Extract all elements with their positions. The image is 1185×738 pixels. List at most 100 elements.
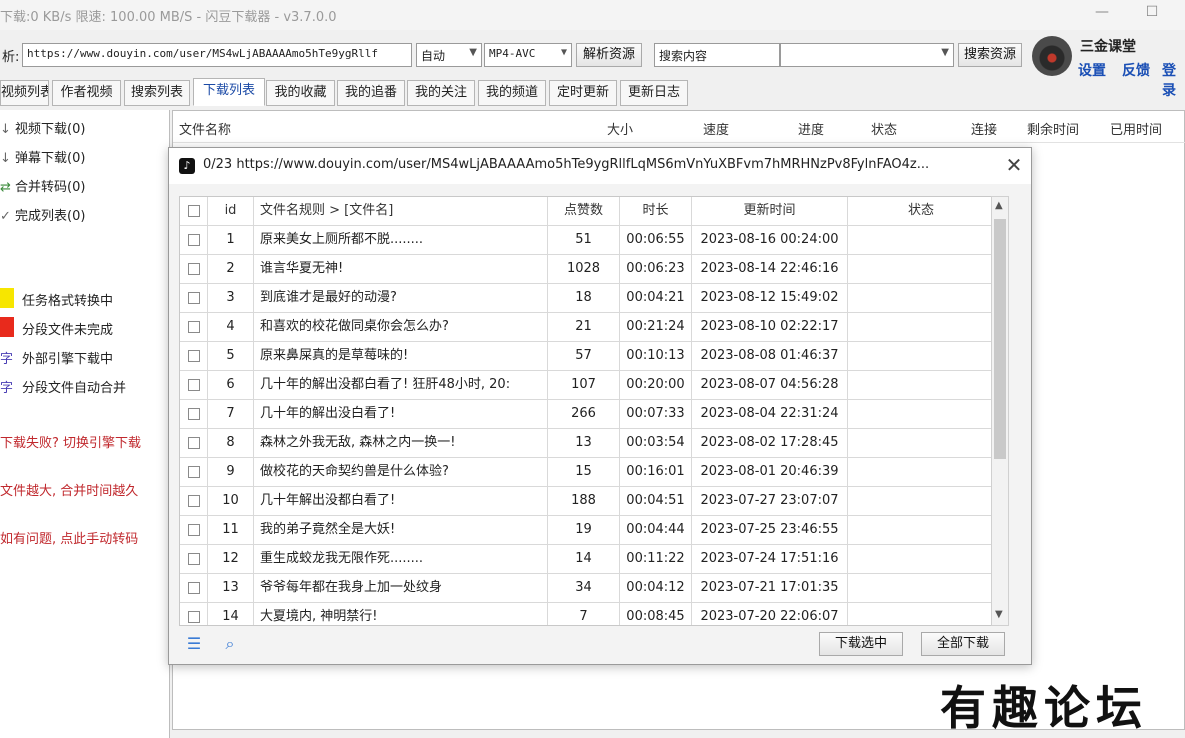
tab-my-follows[interactable]: 我的关注 [407,80,475,106]
search-resource-button[interactable]: 搜索资源 [958,43,1022,67]
column-header-connections[interactable]: 连接 [971,119,997,138]
sidebar-item-danmaku-download[interactable]: ↓ 弹幕下载(0) [0,147,85,166]
column-header-id[interactable]: id [208,197,254,226]
scroll-down-icon[interactable]: ▼ [995,609,1003,620]
row-checkbox[interactable] [180,342,208,371]
tab-search-list[interactable]: 搜索列表 [124,80,190,106]
checkbox[interactable] [187,494,200,507]
row-checkbox[interactable] [180,400,208,429]
tab-my-favorites[interactable]: 我的收藏 [266,80,335,106]
scrollbar-thumb[interactable] [994,219,1006,459]
column-header-filename[interactable]: 文件名称 [179,119,231,138]
checkbox[interactable] [187,581,200,594]
table-row[interactable]: 7 几十年的解出没白看了! 266 00:07:33 2023-08-04 22:31:… [180,400,992,429]
tip-switch-engine[interactable]: 下载失败? 切换引擎下载 [0,432,141,451]
row-checkbox[interactable] [180,574,208,603]
minimize-button[interactable]: — [1090,4,1114,24]
search-select[interactable]: ▼ [780,43,954,67]
download-all-button[interactable]: 全部下载 [921,632,1005,656]
table-row[interactable]: 5 原来鼻屎真的是草莓味的! 57 00:10:13 2023-08-08 01:46:… [180,342,992,371]
search-list-icon[interactable]: ⌕ [219,634,241,654]
format-select[interactable]: MP4-AVC ▼ [484,43,572,67]
checkbox[interactable] [187,436,200,449]
tab-download-list[interactable]: 下载列表 [193,78,265,106]
settings-link[interactable]: 设置 [1078,60,1106,80]
tab-scheduled-update[interactable]: 定时更新 [549,80,617,106]
checkbox[interactable] [187,610,200,623]
cell-duration: 00:03:54 [620,429,692,458]
column-header-elapsed-time[interactable]: 已用时间 [1110,119,1162,138]
row-checkbox[interactable] [180,545,208,574]
column-header-likes[interactable]: 点赞数 [548,197,620,226]
tab-changelog[interactable]: 更新日志 [620,80,688,106]
table-row[interactable]: 10 几十年解出没都白看了! 188 00:04:51 2023-07-27 23:07… [180,487,992,516]
column-header-update-time[interactable]: 更新时间 [692,197,848,226]
search-input[interactable]: 搜索内容 [654,43,780,67]
vertical-scrollbar[interactable]: ▲ ▼ [991,196,1009,626]
column-header-size[interactable]: 大小 [607,119,633,138]
close-icon[interactable]: ✕ [1003,153,1025,177]
row-checkbox[interactable] [180,284,208,313]
url-input[interactable]: https://www.douyin.com/user/MS4wLjABAAAA… [22,43,412,67]
scroll-up-icon[interactable]: ▲ [995,200,1003,211]
table-row[interactable]: 13 爷爷每年都在我身上加一处纹身 34 00:04:12 2023-07-21 17:… [180,574,992,603]
select-all-checkbox[interactable] [180,197,208,226]
cell-id: 14 [208,603,254,625]
table-row[interactable]: 4 和喜欢的校花做同桌你会怎么办? 21 00:21:24 2023-08-10 02:… [180,313,992,342]
login-link[interactable]: 登录 [1162,60,1185,100]
table-row[interactable]: 9 做校花的天命契约兽是什么体验? 15 00:16:01 2023-08-01 20:… [180,458,992,487]
sidebar-item-video-download[interactable]: ↓ 视频下载(0) [0,118,85,137]
tab-video-list[interactable]: 视频列表 [0,80,49,106]
tab-author-videos[interactable]: 作者视频 [52,80,121,106]
row-checkbox[interactable] [180,226,208,255]
column-header-status[interactable]: 状态 [871,119,897,138]
checkbox[interactable] [187,552,200,565]
table-row[interactable]: 3 到底谁才是最好的动漫? 18 00:04:21 2023-08-12 15:49:0… [180,284,992,313]
checkbox[interactable] [187,291,200,304]
column-header-status[interactable]: 状态 [848,197,992,226]
row-checkbox[interactable] [180,458,208,487]
table-row[interactable]: 11 我的弟子竟然全是大妖! 19 00:04:44 2023-07-25 23:46:… [180,516,992,545]
row-checkbox[interactable] [180,429,208,458]
checkbox[interactable] [187,320,200,333]
row-checkbox[interactable] [180,255,208,284]
cell-duration: 00:06:23 [620,255,692,284]
table-row[interactable]: 12 重生成蛟龙我无限作死........ 14 00:11:22 2023-07-24… [180,545,992,574]
checkbox[interactable] [187,523,200,536]
checkbox[interactable] [187,349,200,362]
cell-likes: 19 [548,516,620,545]
download-selected-button[interactable]: 下载选中 [819,632,903,656]
row-checkbox[interactable] [180,313,208,342]
table-row[interactable]: 14 大夏境内, 神明禁行! 7 00:08:45 2023-07-20 22:06:0… [180,603,992,625]
tab-my-channels[interactable]: 我的频道 [478,80,546,106]
tip-manual-transcode[interactable]: 如有问题, 点此手动转码 [0,528,138,547]
mode-select[interactable]: 自动 ▼ [416,43,482,67]
checkbox[interactable] [187,262,200,275]
column-header-speed[interactable]: 速度 [703,119,729,138]
row-checkbox[interactable] [180,371,208,400]
table-row[interactable]: 8 森林之外我无敌, 森林之内一换一! 13 00:03:54 2023-08-02 1… [180,429,992,458]
row-checkbox[interactable] [180,516,208,545]
column-header-remaining-time[interactable]: 剩余时间 [1027,119,1079,138]
avatar[interactable] [1032,36,1072,76]
dialog-title-bar: ♪ 0/23 https://www.douyin.com/user/MS4wL… [169,148,1031,184]
table-row[interactable]: 6 几十年的解出没都白看了! 狂肝48小时, 20: 107 00:20:00 2023… [180,371,992,400]
row-checkbox[interactable] [180,487,208,516]
table-row[interactable]: 2 谁言华夏无神! 1028 00:06:23 2023-08-14 22:46:16 [180,255,992,284]
tab-my-following-series[interactable]: 我的追番 [337,80,405,106]
maximize-button[interactable]: ☐ [1140,4,1164,24]
column-header-filename-rule[interactable]: 文件名规则 > [文件名] [254,197,548,226]
parse-resource-button[interactable]: 解析资源 [576,43,642,67]
export-list-icon[interactable]: ☰ [183,634,205,654]
feedback-link[interactable]: 反馈 [1122,60,1150,80]
checkbox[interactable] [187,233,200,246]
sidebar-item-completed-list[interactable]: ✓ 完成列表(0) [0,205,85,224]
checkbox[interactable] [187,378,200,391]
checkbox[interactable] [187,407,200,420]
row-checkbox[interactable] [180,603,208,625]
column-header-duration[interactable]: 时长 [620,197,692,226]
table-row[interactable]: 1 原来美女上厕所都不脱........ 51 00:06:55 2023-08-16 … [180,226,992,255]
checkbox[interactable] [187,465,200,478]
sidebar-item-merge-transcode[interactable]: ⇄ 合并转码(0) [0,176,85,195]
column-header-progress[interactable]: 进度 [798,119,824,138]
